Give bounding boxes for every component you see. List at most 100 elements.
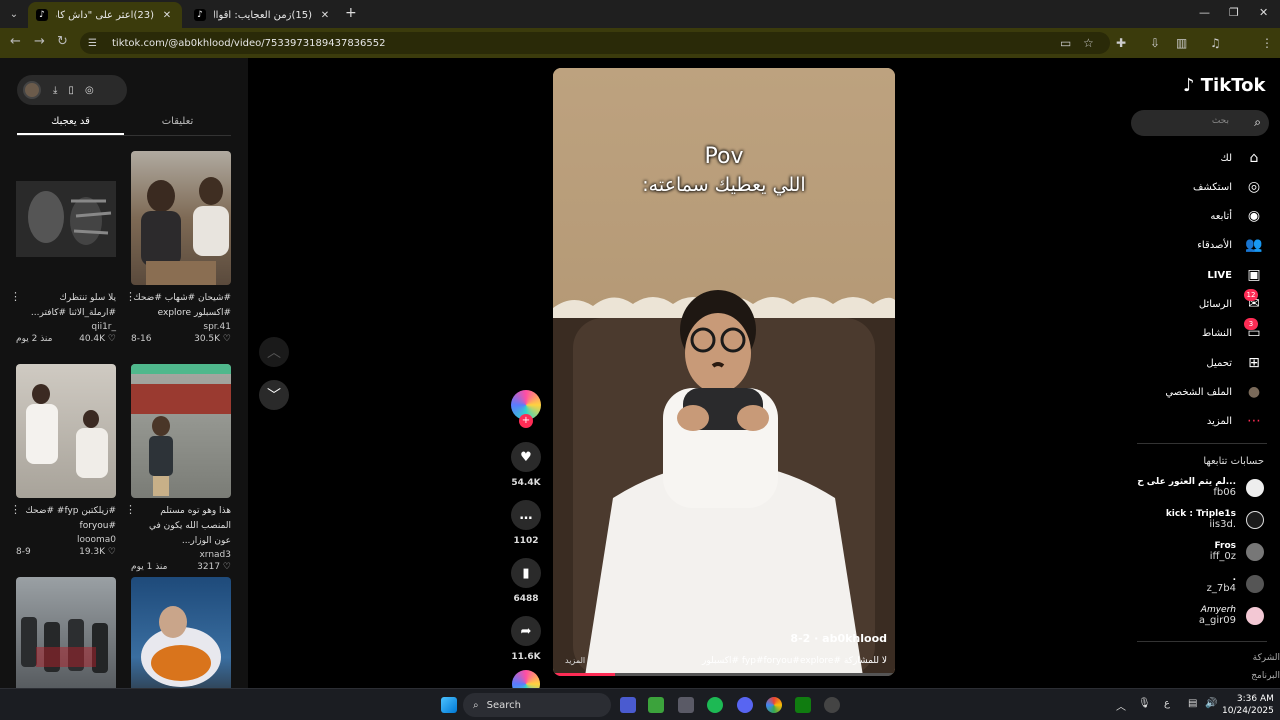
previous-video-button[interactable]: ︿ xyxy=(259,337,289,367)
url-field[interactable]: ☰ tiktok.com/@ab0khlood/video/7533973189… xyxy=(80,32,1110,54)
sidebar-item-explore[interactable]: ◎ استكشف xyxy=(1193,176,1264,198)
xbox-icon[interactable] xyxy=(795,697,811,713)
list-item[interactable] xyxy=(131,577,231,688)
sidebar-item-profile[interactable]: ● الملف الشخصي xyxy=(1165,381,1264,403)
list-item[interactable]: #زيلكتبن fyp# #ضحك #foryou loooma0 ♡ 19.… xyxy=(10,364,116,557)
next-video-button[interactable]: ﹀ xyxy=(259,380,289,410)
video-thumbnail[interactable] xyxy=(131,577,231,688)
footer-link[interactable]: الشركة xyxy=(1253,653,1280,663)
app-icon[interactable] xyxy=(620,697,636,713)
heart-icon[interactable]: ♥ xyxy=(511,442,541,472)
video-author-line[interactable]: 8-2 · ab0khlood xyxy=(790,632,887,645)
sidebar-icon[interactable]: ▥ xyxy=(1176,36,1187,50)
minimize-icon[interactable]: — xyxy=(1199,6,1210,19)
bookmark-icon[interactable]: ▮ xyxy=(511,558,541,588)
sidebar-item-live[interactable]: ▣ LIVE xyxy=(1207,264,1264,286)
restore-icon[interactable]: ❐ xyxy=(1229,6,1239,19)
video-username[interactable]: xrnad3 xyxy=(131,550,231,560)
list-item[interactable]: يلا سلو تنتظرك #ارملة_الاثنا #كافتر... q… xyxy=(10,151,116,344)
video-username[interactable]: spr.41 xyxy=(131,322,231,332)
volume-icon[interactable]: 🔊 xyxy=(1205,698,1217,709)
follow-plus-icon[interactable]: + xyxy=(519,414,533,428)
bookmark-star-icon[interactable]: ☆ xyxy=(1083,36,1094,50)
sidebar-item-more[interactable]: ⋯ المزيد xyxy=(1207,410,1264,432)
more-options-icon[interactable]: ⋮ xyxy=(10,290,21,303)
following-account[interactable]: kick : Triple1s iis3d. xyxy=(1166,509,1264,530)
following-account[interactable]: Amyerh a_gir09 xyxy=(1199,605,1264,626)
see-more-link[interactable]: المزيد xyxy=(565,656,585,665)
forward-icon[interactable]: → xyxy=(34,34,45,49)
more-options-icon[interactable]: ⋮ xyxy=(10,503,21,516)
media-icon[interactable]: ♫ xyxy=(1210,36,1221,50)
close-window-icon[interactable]: ✕ xyxy=(1259,6,1268,19)
comment-action[interactable]: … 1102 xyxy=(508,500,544,546)
sidebar-item-following[interactable]: ◉ أتابعه xyxy=(1210,205,1264,227)
following-account[interactable]: . z_7b4 xyxy=(1207,573,1264,594)
tab-you-may-like[interactable]: قد يعجبك xyxy=(17,110,124,135)
discord-icon[interactable] xyxy=(737,697,753,713)
author-avatar[interactable] xyxy=(23,81,41,99)
list-item[interactable]: #شيحان #شهاب #ضحك #اكسبلور explore spr.4… xyxy=(125,151,231,344)
search-input[interactable]: بحث ⌕ xyxy=(1131,110,1269,136)
back-icon[interactable]: ← xyxy=(10,34,21,49)
download-icon[interactable]: ⤓ xyxy=(53,85,57,96)
more-options-icon[interactable]: ⋮ xyxy=(125,290,136,303)
video-hashtags[interactable]: لا للمشاركة #fyp#foryou#explore #اكسبلور xyxy=(702,656,887,666)
list-item[interactable] xyxy=(16,577,116,688)
extensions-icon[interactable]: ✚ xyxy=(1116,36,1126,50)
like-action[interactable]: ♥ 54.4K xyxy=(508,442,544,488)
browser-menu-icon[interactable]: ⋮ xyxy=(1261,36,1273,50)
site-info-icon[interactable]: ☰ xyxy=(88,38,102,49)
sidebar-item-upload[interactable]: ⊞ تحميل xyxy=(1206,352,1264,374)
video-thumbnail[interactable] xyxy=(131,364,231,498)
windows-start-icon[interactable] xyxy=(441,697,457,713)
app-icon[interactable] xyxy=(824,697,840,713)
input-language-icon[interactable]: ع xyxy=(1164,698,1170,709)
tiktok-logo[interactable]: ♪ TikTok xyxy=(1183,75,1265,96)
downloads-icon[interactable]: ⇩ xyxy=(1150,36,1160,50)
compass-icon[interactable]: ◎ xyxy=(85,85,94,96)
video-username[interactable]: loooma0 xyxy=(16,535,116,545)
sidebar-item-friends[interactable]: 👥 الأصدقاء xyxy=(1197,234,1264,256)
microphone-icon[interactable]: 🎙 xyxy=(1138,698,1151,709)
tab-close-icon[interactable]: ✕ xyxy=(318,8,332,22)
minecraft-icon[interactable] xyxy=(648,697,664,713)
video-progress-bar[interactable] xyxy=(553,673,895,676)
following-account[interactable]: لم يتم العثور على ح... fb06 xyxy=(1137,477,1264,498)
cast-icon[interactable]: ▭ xyxy=(1060,36,1071,50)
list-item[interactable]: هذا وهو توه مستلم المنصب الله يكون في عو… xyxy=(125,364,231,572)
music-disc-icon[interactable] xyxy=(512,670,540,688)
phone-icon[interactable]: ▯ xyxy=(68,85,74,96)
browser-tab[interactable]: ♪ (15)زمن العجايب: أقوال مميزة ✕ xyxy=(186,2,340,28)
save-action[interactable]: ▮ 6488 xyxy=(508,558,544,604)
sidebar-item-messages[interactable]: ✉ 12 الرسائل xyxy=(1199,289,1264,315)
taskbar-clock[interactable]: 3:36 AM 10/24/2025 xyxy=(1222,693,1274,717)
sidebar-item-activity[interactable]: ▭ 3 النشاط xyxy=(1202,318,1264,344)
video-thumbnail[interactable] xyxy=(16,151,116,285)
network-icon[interactable]: ▤ xyxy=(1188,698,1197,709)
video-thumbnail[interactable] xyxy=(16,364,116,498)
tab-close-icon[interactable]: ✕ xyxy=(160,8,174,22)
video-thumbnail[interactable] xyxy=(131,151,231,285)
author-avatar-follow[interactable]: + xyxy=(508,390,544,436)
comment-icon[interactable]: … xyxy=(511,500,541,530)
video-player[interactable]: Pov اللي يعطيك سماعته: 8-2 · ab0khlood ل… xyxy=(553,68,895,676)
taskbar-search[interactable]: ⌕ Search xyxy=(463,693,611,717)
following-account[interactable]: Fros iff_0z xyxy=(1210,541,1264,562)
more-options-icon[interactable]: ⋮ xyxy=(125,503,136,516)
reload-icon[interactable]: ↻ xyxy=(57,34,68,49)
tab-search-icon[interactable]: ⌄ xyxy=(4,4,24,24)
browser-tab-active[interactable]: ♪ (23)اعثر على "داش كام السعودية ✕ xyxy=(28,2,182,28)
search-icon[interactable]: ⌕ xyxy=(1254,115,1261,130)
footer-link[interactable]: البرنامج xyxy=(1251,671,1280,681)
video-thumbnail[interactable] xyxy=(16,577,116,688)
share-action[interactable]: ➦ 11.6K xyxy=(508,616,544,662)
app-icon[interactable] xyxy=(678,697,694,713)
tray-chevron-icon[interactable]: ︿ xyxy=(1116,698,1126,713)
new-tab-button[interactable]: + xyxy=(345,5,357,21)
chrome-icon[interactable] xyxy=(766,697,782,713)
spotify-icon[interactable] xyxy=(707,697,723,713)
tab-comments[interactable]: تعليقات xyxy=(124,110,231,135)
video-username[interactable]: qii1r_ xyxy=(16,322,116,332)
share-icon[interactable]: ➦ xyxy=(511,616,541,646)
